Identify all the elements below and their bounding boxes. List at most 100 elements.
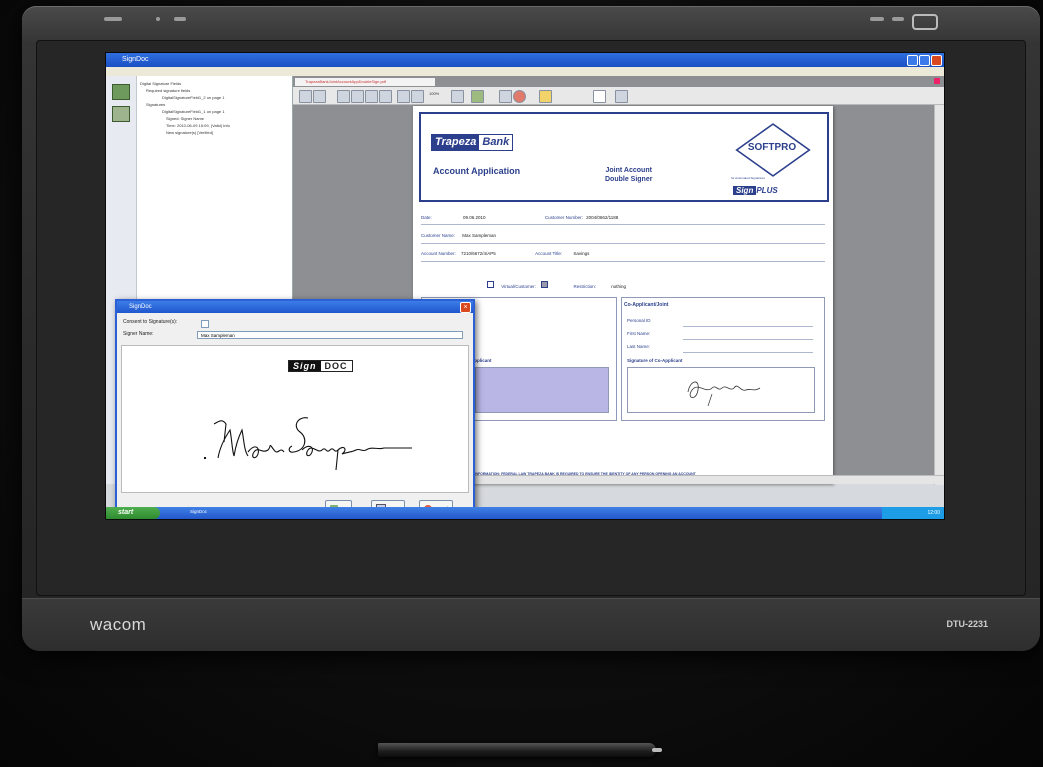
co-field: Last Name: xyxy=(627,344,651,349)
tree-item: Signed: Signer Name xyxy=(166,116,205,121)
joint-line1: Joint Account xyxy=(605,167,652,174)
co-applicant-signature-field[interactable] xyxy=(627,367,815,413)
co-sig-label: Signature of Co-Applicant xyxy=(627,358,683,363)
signplus-logo: Sign PLUS xyxy=(733,186,778,195)
minimize-icon[interactable] xyxy=(907,55,918,66)
document-tab[interactable]: TrapezaBankJointAccountAppDoubleSign.pdf xyxy=(295,78,435,86)
consent-checkbox[interactable] xyxy=(201,320,209,328)
zoom-out-icon[interactable] xyxy=(411,90,424,103)
consent-label: Consent to Signature(s): xyxy=(123,319,178,325)
label: Account Title: xyxy=(535,251,563,256)
signer-name-select[interactable]: Max Sampleman xyxy=(197,331,463,339)
window-title: SignDoc xyxy=(122,56,149,63)
taskbar-item[interactable]: SignDoc xyxy=(190,509,207,514)
co-field: First Name: xyxy=(627,331,651,336)
next-page-icon[interactable] xyxy=(365,90,378,103)
label: Virtual/Customer: xyxy=(501,284,536,289)
divider xyxy=(683,326,813,327)
zoom-level[interactable]: 100% xyxy=(429,91,439,96)
screen: SignDoc Digital Signature Fields Require… xyxy=(106,53,944,519)
tree-item[interactable]: Signatures xyxy=(140,101,230,108)
top-button[interactable] xyxy=(870,17,884,21)
model-label: DTU-2231 xyxy=(946,619,988,629)
close-doc-icon[interactable] xyxy=(934,78,940,84)
maximize-icon[interactable] xyxy=(919,55,930,66)
value: 2004/0662/1188 xyxy=(586,215,619,220)
properties-icon[interactable] xyxy=(615,90,628,103)
co-applicant-heading: Co-Applicant/Joint xyxy=(624,302,669,308)
window-titlebar[interactable]: SignDoc xyxy=(106,53,944,67)
tree-item[interactable]: New signature(s) [Verified] xyxy=(140,129,230,136)
co-signature xyxy=(687,381,761,407)
value: Savings xyxy=(573,251,590,256)
tree-item[interactable]: DigitalSignatureField1_1 on page 1 xyxy=(140,108,230,115)
vertical-scrollbar[interactable] xyxy=(934,105,944,485)
applicant-signature-field[interactable] xyxy=(475,367,609,413)
last-page-icon[interactable] xyxy=(379,90,392,103)
signature-pad[interactable]: Sign DOC xyxy=(121,345,469,493)
form-title: Account Application xyxy=(433,166,521,176)
signplus-b: PLUS xyxy=(756,186,778,195)
label: Account Number: xyxy=(421,251,456,256)
bank-logo-b: Bank xyxy=(482,136,510,148)
value: 09.06.2010 xyxy=(463,215,486,220)
signatures-icon[interactable] xyxy=(112,106,130,122)
print-icon[interactable] xyxy=(313,90,326,103)
top-button[interactable] xyxy=(156,17,160,21)
label: Date: xyxy=(421,215,432,220)
bank-logo-a: Trapeza xyxy=(432,135,480,150)
top-button[interactable] xyxy=(892,17,904,21)
signature-fields-icon[interactable] xyxy=(112,84,130,100)
dialog-title: SignDoc xyxy=(129,304,152,310)
signature-tree: Digital Signature Fields Required signat… xyxy=(140,80,230,136)
sign-icon[interactable] xyxy=(471,90,484,103)
system-tray: 12:00 xyxy=(882,507,944,519)
brand-logo: wacom xyxy=(90,615,147,634)
divider xyxy=(683,339,813,340)
joint-account-label: Joint Account Double Signer xyxy=(605,166,652,184)
delete-signature-icon[interactable] xyxy=(513,90,526,103)
signer-name-label: Signer Name: xyxy=(123,331,154,337)
checkbox[interactable] xyxy=(541,281,549,288)
first-page-icon[interactable] xyxy=(337,90,350,103)
value: nothing xyxy=(611,284,627,289)
divider xyxy=(421,243,825,244)
page-icon[interactable] xyxy=(593,90,606,103)
label: Customer Number: xyxy=(544,215,583,220)
device-top-bezel xyxy=(40,8,1022,38)
power-button[interactable] xyxy=(912,14,938,30)
clock[interactable]: 12:00 xyxy=(927,510,940,516)
dialog-titlebar[interactable]: SignDoc × xyxy=(117,301,473,313)
tree-item[interactable]: Digital Signature Fields xyxy=(140,80,230,87)
form-row-flags: Virtual/Customer: Restriction: nothing xyxy=(487,281,626,289)
close-icon[interactable] xyxy=(931,55,942,66)
tree-item: Time: 2010-06-09 15:09, (Valid) Info xyxy=(166,123,230,128)
label: Restriction: xyxy=(573,284,596,289)
zoom-in-icon[interactable] xyxy=(397,90,410,103)
checkbox[interactable] xyxy=(487,281,494,288)
bank-logo: Trapeza Bank xyxy=(431,134,514,151)
verify-icon[interactable] xyxy=(499,90,512,103)
tree-item[interactable]: Required signature fields xyxy=(140,87,230,94)
divider xyxy=(683,352,813,353)
softpro-logo: SOFTPRO xyxy=(731,122,813,172)
divider xyxy=(421,224,825,225)
top-button[interactable] xyxy=(174,17,186,21)
toolbar: 100% xyxy=(293,87,944,105)
tree-item[interactable]: DigitalSignatureField1_2 on page 1 xyxy=(140,94,230,101)
divider xyxy=(421,261,825,262)
dialog-close-icon[interactable]: × xyxy=(460,302,471,313)
hand-icon[interactable] xyxy=(451,90,464,103)
signature-dialog: SignDoc × Consent to Signature(s): Signe… xyxy=(115,299,475,519)
top-button[interactable] xyxy=(104,17,122,21)
save-icon[interactable] xyxy=(299,90,312,103)
start-button[interactable]: start xyxy=(106,507,160,519)
prev-page-icon[interactable] xyxy=(351,90,364,103)
pen-icon[interactable] xyxy=(539,90,552,103)
menu-bar[interactable] xyxy=(106,67,944,76)
form-row-name: Customer Name: Max Sampleman xyxy=(421,233,496,238)
stylus-pen[interactable] xyxy=(378,743,662,757)
softpro-tagline: for Automated Signatures xyxy=(731,176,765,180)
co-field: Personal ID xyxy=(627,318,651,323)
form-row-account: Account Number: 7210/6672/4/AP5 Account … xyxy=(421,251,589,256)
